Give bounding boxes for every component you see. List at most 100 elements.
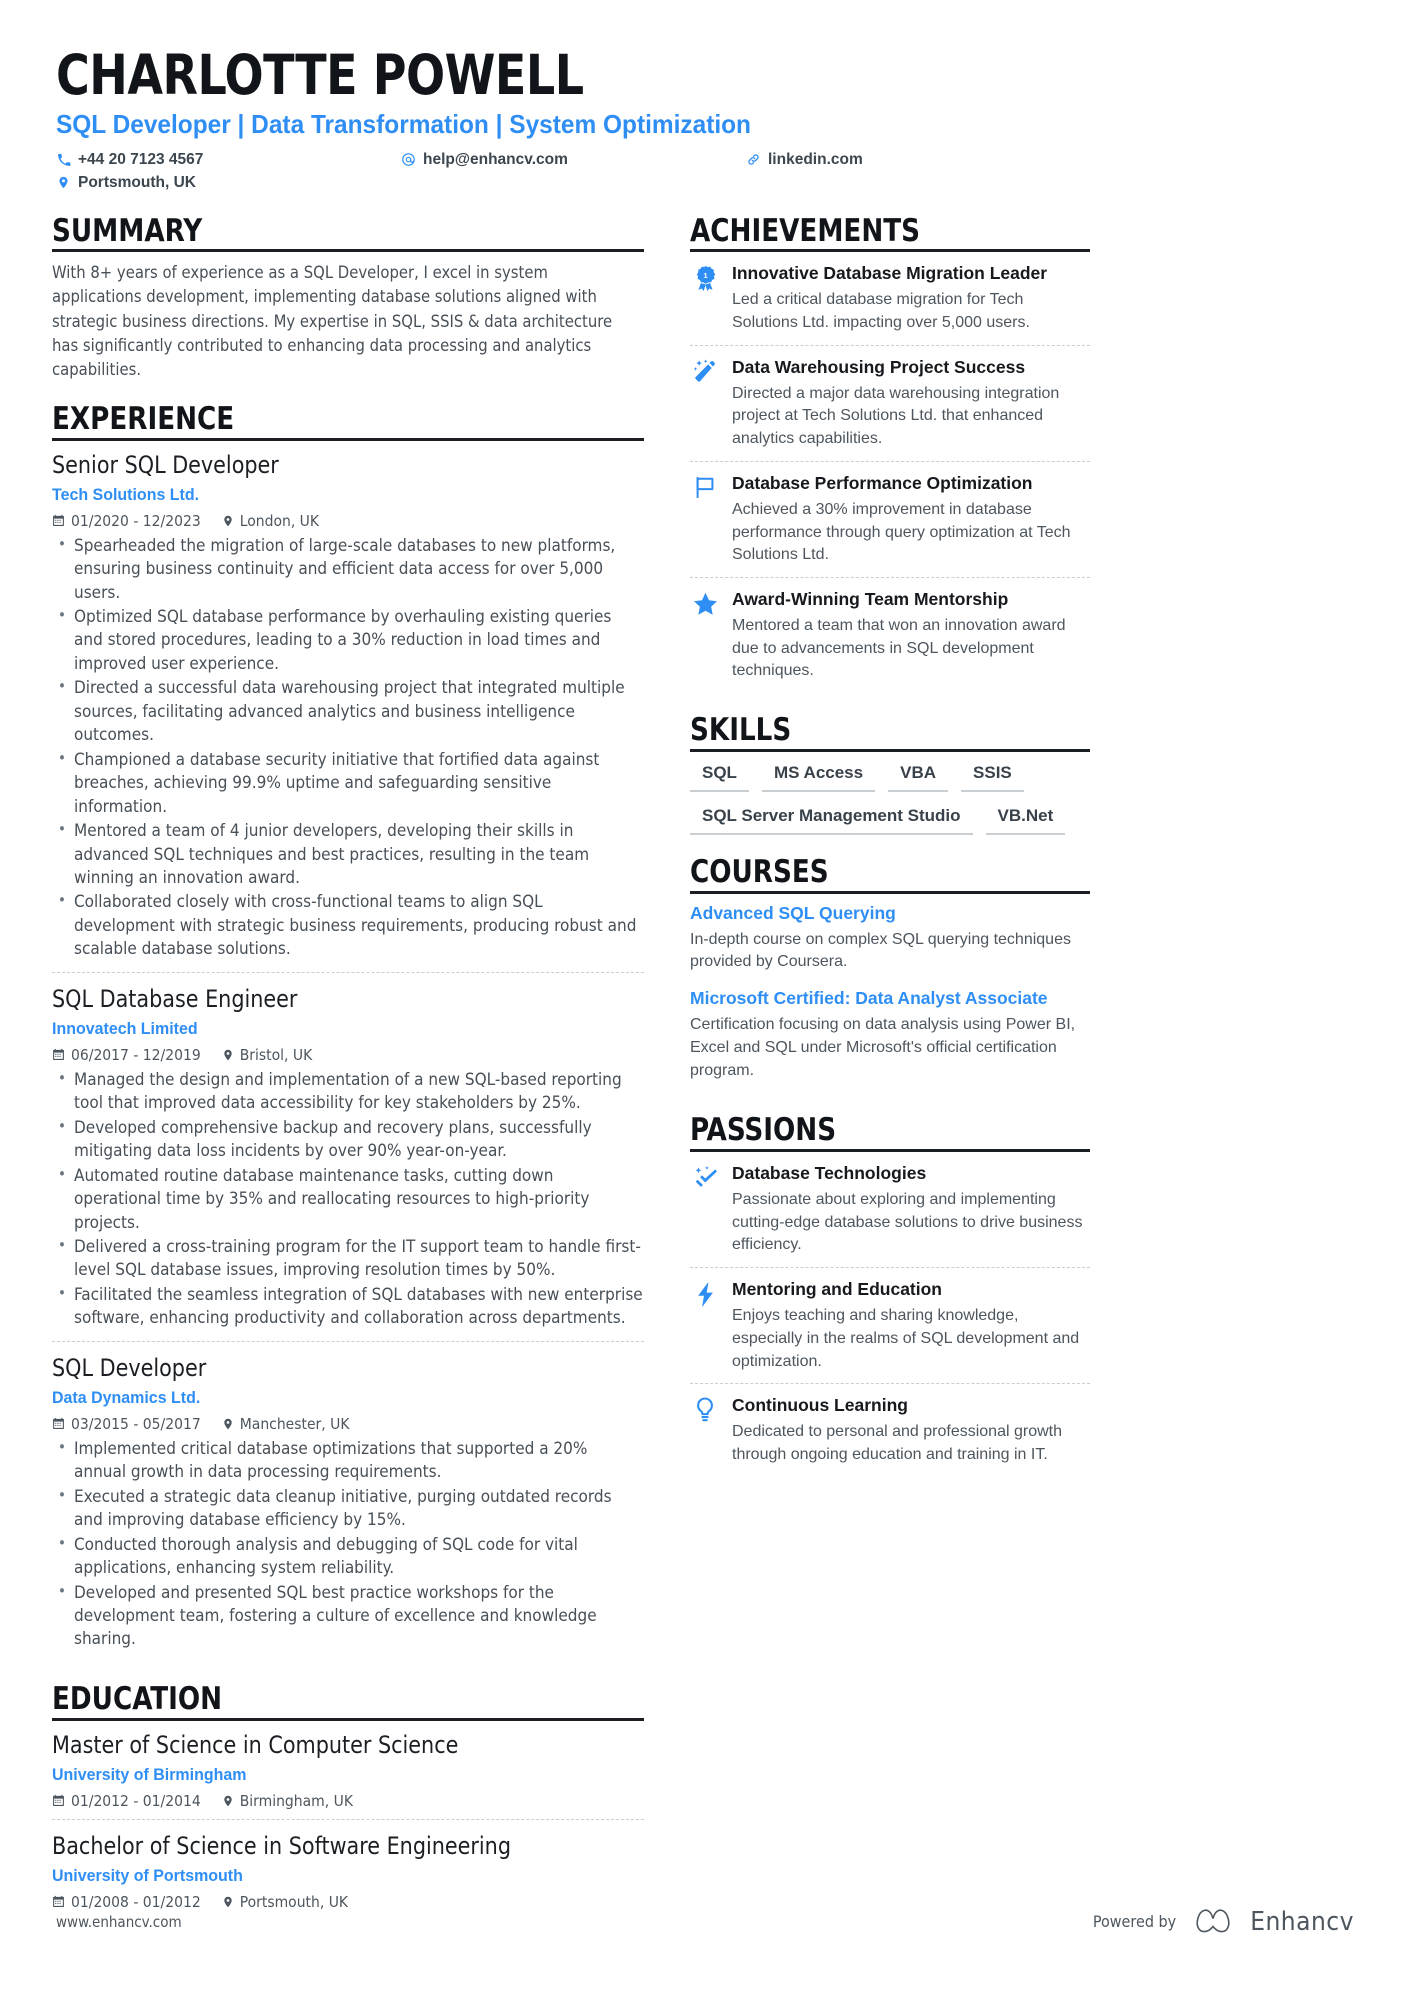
powered-by-label: Powered by: [1092, 1912, 1177, 1931]
education-meta: 01/2012 - 01/2014 Birmingham, UK: [52, 1792, 644, 1810]
job-dates: 06/2017 - 12/2019: [52, 1046, 201, 1064]
course-desc: In-depth course on complex SQL querying …: [690, 930, 1071, 971]
location-pin-icon: [56, 175, 71, 190]
education-location: Birmingham, UK: [222, 1792, 353, 1810]
skill-tag[interactable]: VB.Net: [985, 804, 1066, 835]
course-title[interactable]: Microsoft Certified: Data Analyst Associ…: [690, 988, 1090, 1009]
job-location-text: London, UK: [239, 511, 320, 530]
calendar-icon: [52, 1417, 65, 1430]
passion-item: Continuous Learning Dedicated to persona…: [690, 1383, 1090, 1476]
achievement-title: Database Performance Optimization: [732, 472, 1033, 493]
education-school[interactable]: University of Birmingham: [52, 1765, 608, 1785]
achievement-desc: Led a critical database migration for Te…: [732, 291, 1030, 332]
award-ribbon-icon: 1: [690, 263, 720, 334]
section-divider: [690, 748, 1090, 752]
education-school[interactable]: University of Portsmouth: [52, 1866, 608, 1886]
section-skills: SKILLS SQL MS Access VBA SSIS SQL Server…: [690, 713, 1090, 835]
location-pin-icon: [222, 1794, 234, 1808]
skill-tag[interactable]: SSIS: [961, 761, 1024, 792]
job-dates: 03/2015 - 05/2017: [52, 1415, 201, 1433]
section-title-achievements: ACHIEVEMENTS: [690, 212, 921, 249]
calendar-icon: [52, 1048, 65, 1061]
job-bullets: Managed the design and implementation of…: [52, 1068, 644, 1331]
right-column: ACHIEVEMENTS 1 Innovative Database Migra…: [690, 212, 1090, 1497]
skills-list: SQL MS Access VBA SSIS SQL Server Manage…: [690, 761, 1090, 835]
job-bullet: Optimized SQL database performance by ov…: [52, 605, 644, 676]
skill-tag[interactable]: VBA: [888, 761, 949, 792]
candidate-name: CHARLOTTE POWELL: [56, 43, 584, 107]
job-role: SQL Developer: [52, 1353, 207, 1382]
passion-title: Mentoring and Education: [732, 1279, 942, 1300]
contact-linkedin-text: linkedin.com: [768, 150, 863, 168]
education-dates: 01/2012 - 01/2014: [52, 1792, 201, 1810]
contact-location-text: Portsmouth, UK: [78, 173, 196, 191]
job-bullets: Spearheaded the migration of large-scale…: [52, 534, 644, 962]
job-bullet: Championed a database security initiativ…: [52, 748, 644, 819]
section-education: EDUCATION Master of Science in Computer …: [52, 1682, 644, 1920]
achievement-body: Data Warehousing Project Success Directe…: [732, 357, 1090, 451]
job-bullet: Automated routine database maintenance t…: [52, 1164, 644, 1235]
job-company[interactable]: Data Dynamics Ltd.: [52, 1388, 608, 1408]
job-bullet: Developed comprehensive backup and recov…: [52, 1116, 644, 1164]
skills-row: SQL Server Management Studio VB.Net: [690, 804, 1090, 835]
job-role: Senior SQL Developer: [52, 450, 279, 479]
skills-row: SQL MS Access VBA SSIS: [690, 761, 1090, 792]
achievement-desc: Directed a major data warehousing integr…: [732, 384, 1060, 448]
job-location-text: Bristol, UK: [239, 1045, 313, 1064]
job-dates: 01/2020 - 12/2023: [52, 512, 201, 530]
section-summary: SUMMARY With 8+ years of experience as a…: [52, 213, 644, 382]
job-role: SQL Database Engineer: [52, 984, 298, 1013]
job-company[interactable]: Innovatech Limited: [52, 1019, 608, 1039]
job-bullet: Delivered a cross-training program for t…: [52, 1235, 644, 1283]
section-title-passions: PASSIONS: [690, 1112, 837, 1149]
star-icon: [690, 589, 720, 683]
passion-desc: Passionate about exploring and implement…: [732, 1190, 1083, 1254]
contact-phone[interactable]: +44 20 7123 4567: [56, 151, 401, 169]
passion-body: Continuous Learning Dedicated to persona…: [732, 1395, 1090, 1466]
achievement-body: Innovative Database Migration Leader Led…: [732, 263, 1090, 334]
job-bullet: Implemented critical database optimizati…: [52, 1437, 644, 1485]
contact-email[interactable]: help@enhancv.com: [401, 151, 746, 169]
skill-tag[interactable]: SQL Server Management Studio: [690, 804, 973, 835]
achievement-body: Database Performance Optimization Achiev…: [732, 473, 1090, 567]
contact-email-text: help@enhancv.com: [423, 150, 568, 168]
section-title-skills: SKILLS: [690, 712, 792, 749]
passion-item: Mentoring and Education Enjoys teaching …: [690, 1267, 1090, 1383]
footer-url[interactable]: www.enhancv.com: [56, 1913, 182, 1931]
contact-linkedin[interactable]: linkedin.com: [746, 151, 1358, 169]
contact-location: Portsmouth, UK: [56, 174, 401, 192]
section-title-courses: COURSES: [690, 853, 829, 890]
footer-brand: Powered by Enhancv: [1093, 1904, 1354, 1939]
passion-desc: Dedicated to personal and professional g…: [732, 1423, 1062, 1463]
skill-tag[interactable]: SQL: [690, 761, 749, 792]
achievement-item: Award-Winning Team Mentorship Mentored a…: [690, 577, 1090, 693]
job-bullet: Mentored a team of 4 junior developers, …: [52, 819, 644, 890]
calendar-icon: [52, 514, 65, 527]
passion-body: Database Technologies Passionate about e…: [732, 1163, 1090, 1257]
experience-item: SQL Database Engineer Innovatech Limited…: [52, 971, 644, 1341]
achievement-title: Award-Winning Team Mentorship: [732, 589, 1009, 610]
course-item: Advanced SQL Querying In-depth course on…: [690, 903, 1090, 985]
resume-footer: www.enhancv.com Powered by Enhancv: [56, 1904, 1354, 1939]
job-bullet: Managed the design and implementation of…: [52, 1068, 644, 1116]
passion-title: Database Technologies: [732, 1162, 927, 1183]
job-location: London, UK: [222, 512, 319, 530]
education-item: Master of Science in Computer Science Un…: [52, 1730, 644, 1819]
course-title[interactable]: Advanced SQL Querying: [690, 903, 1090, 924]
experience-item: SQL Developer Data Dynamics Ltd. 03/2015…: [52, 1340, 644, 1662]
section-achievements: ACHIEVEMENTS 1 Innovative Database Migra…: [690, 212, 1090, 694]
job-bullets: Implemented critical database optimizati…: [52, 1437, 644, 1652]
section-title-experience: EXPERIENCE: [52, 400, 235, 437]
lightbulb-icon: [690, 1395, 720, 1466]
job-meta: 06/2017 - 12/2019 Bristol, UK: [52, 1046, 644, 1064]
job-bullet: Executed a strategic data cleanup initia…: [52, 1485, 644, 1533]
course-desc: Certification focusing on data analysis …: [690, 1016, 1076, 1079]
section-title-education: EDUCATION: [52, 1680, 223, 1717]
brand-name: Enhancv: [1250, 1906, 1354, 1937]
phone-icon: [56, 153, 71, 167]
skill-tag[interactable]: MS Access: [761, 761, 876, 792]
job-company[interactable]: Tech Solutions Ltd.: [52, 485, 608, 505]
summary-text: With 8+ years of experience as a SQL Dev…: [52, 263, 613, 380]
job-bullet: Facilitated the seamless integration of …: [52, 1283, 644, 1331]
job-bullet: Developed and presented SQL best practic…: [52, 1580, 644, 1652]
